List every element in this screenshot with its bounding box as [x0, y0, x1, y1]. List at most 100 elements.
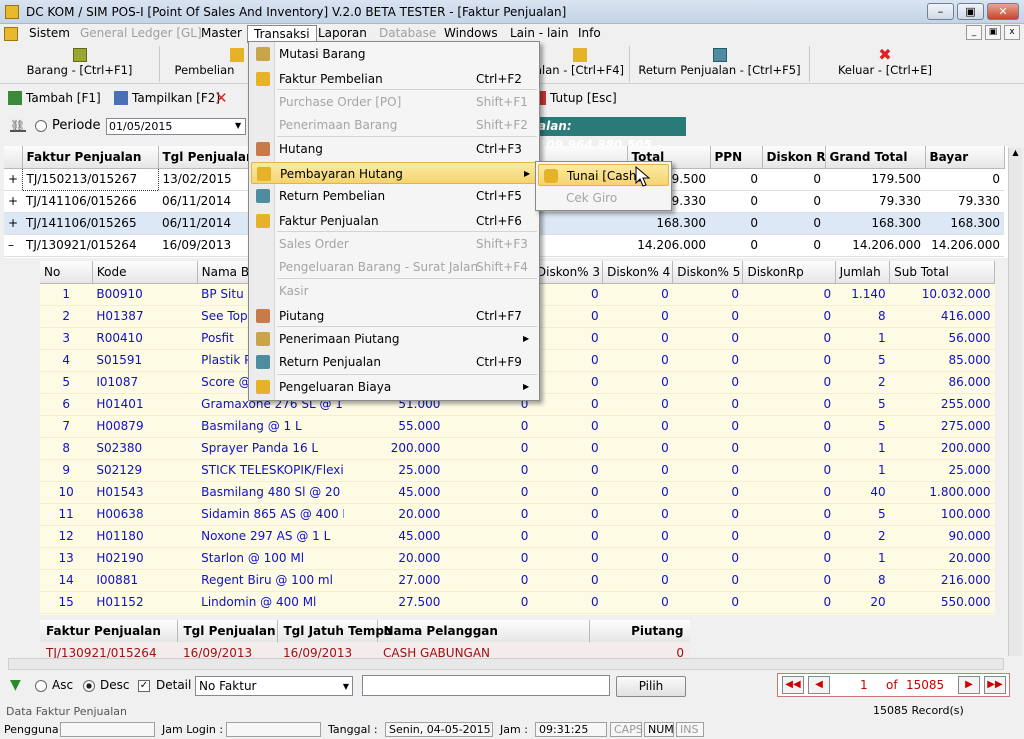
- cell-diskon4: 0: [602, 415, 673, 438]
- menu-item-return-penjualan[interactable]: Return Penjualan Ctrl+F9: [251, 351, 537, 373]
- menu-item-hutang[interactable]: Hutang Ctrl+F3: [251, 138, 537, 160]
- menu-item-pengeluaran-barang-surat-jalan[interactable]: Pengeluaran Barang - Surat Jalan Shift+F4: [251, 256, 537, 278]
- jam-label: Jam :: [500, 723, 528, 736]
- filter-funnel-icon[interactable]: ▼: [10, 677, 21, 693]
- mdi-close-button[interactable]: x: [1004, 25, 1020, 40]
- tambah-button[interactable]: Tambah [F1]: [8, 89, 101, 107]
- menu-item-pengeluaran-biaya[interactable]: Pengeluaran Biaya ▶: [251, 376, 537, 398]
- col-faktur[interactable]: Faktur Penjualan: [40, 620, 178, 642]
- col-bayar[interactable]: Bayar: [925, 146, 1005, 169]
- pembelian-button[interactable]: Pembelian: [160, 46, 250, 82]
- menu-item-faktur-pembelian[interactable]: Faktur Pembelian Ctrl+F2: [251, 68, 537, 90]
- table-row[interactable]: 14 I00881 Regent Biru @ 100 ml 27.000 0 0 0 0 0 8…: [40, 569, 995, 592]
- menu-general-ledger[interactable]: General Ledger [GL]: [74, 25, 208, 43]
- menu-info[interactable]: Info: [572, 25, 607, 43]
- menu-item-shortcut: Shift+F2: [476, 118, 528, 132]
- mdi-restore-button[interactable]: ▣: [985, 25, 1001, 40]
- table-row[interactable]: 11 H00638 Sidamin 865 AS @ 400 Ml 20.000 0 0 0…: [40, 503, 995, 526]
- menu-item-purchase-order-po[interactable]: Purchase Order [PO] Shift+F1: [251, 91, 537, 113]
- table-row[interactable]: 12 H01180 Noxone 297 AS @ 1 L 45.000 0 0 0 0 0 2 9…: [40, 525, 995, 548]
- col-tgl[interactable]: Tgl Penjualan: [177, 620, 278, 642]
- menu-item-shortcut: Shift+F3: [476, 237, 528, 251]
- periode-date-input[interactable]: 01/05/2015: [106, 118, 246, 135]
- col-diskon-rp[interactable]: Diskon Rp: [762, 146, 826, 169]
- col-sub-total[interactable]: Sub Total: [889, 261, 995, 284]
- last-page-icon[interactable]: ▶▶: [984, 676, 1006, 694]
- menu-sistem[interactable]: Sistem: [23, 25, 76, 43]
- pilih-button[interactable]: Pilih: [616, 676, 686, 697]
- cell-kode: R00410: [92, 327, 198, 350]
- table-row[interactable]: 13 H02190 Starlon @ 100 Ml 20.000 0 0 0 0 0 1 20.0…: [40, 547, 995, 570]
- prev-page-icon[interactable]: ◀: [808, 676, 830, 694]
- col-tgl-penjualan[interactable]: Tgl Penjualan: [158, 146, 254, 169]
- scroll-up-icon[interactable]: ▲: [1009, 148, 1022, 157]
- table-row[interactable]: 10 H01543 Basmilang 480 Sl @ 20 L 45.000 0 0 0…: [40, 481, 995, 504]
- maximize-button[interactable]: ▣: [957, 3, 984, 20]
- expand-plus-icon[interactable]: + ▸: [4, 168, 22, 191]
- col-jumlah[interactable]: Jumlah: [835, 261, 891, 284]
- menu-item-penerimaan-barang[interactable]: Penerimaan Barang Shift+F2: [251, 114, 537, 136]
- cell-nama: STICK TELESKOPIK/Flexible: [197, 459, 344, 482]
- col-diskon4[interactable]: Diskon% 4: [602, 261, 674, 284]
- table-row[interactable]: TJ/130921/015264 16/09/2013 16/09/2013 C…: [40, 642, 690, 658]
- minimize-button[interactable]: –: [927, 3, 954, 20]
- col-faktur-penjualan[interactable]: Faktur Penjualan: [22, 146, 159, 169]
- close-button[interactable]: ✕: [987, 3, 1019, 20]
- table-row[interactable]: 15 H01152 Lindomin @ 400 Ml 27.500 0 0 0 0 0 20 55…: [40, 591, 995, 614]
- col-diskon-rp[interactable]: DiskonRp: [742, 261, 836, 284]
- menu-item-pembayaran-hutang[interactable]: Pembayaran Hutang ▶: [251, 162, 537, 184]
- penjualan-button[interactable]: alan - [Ctrl+F4]: [530, 46, 630, 82]
- sort-select[interactable]: No Faktur ▼: [195, 676, 353, 696]
- horizontal-scrollbar[interactable]: [8, 658, 1004, 670]
- col-jatuh-tempo[interactable]: Tgl Jatuh Tempo: [277, 620, 392, 642]
- detail-checkbox[interactable]: ✓: [138, 680, 150, 692]
- mdi-minimize-button[interactable]: _: [966, 25, 982, 40]
- menu-item-shortcut: Ctrl+F9: [476, 355, 522, 369]
- menu-item-penerimaan-piutang[interactable]: Penerimaan Piutang ▶: [251, 328, 537, 350]
- cell-kode: H02190: [92, 547, 198, 570]
- col-diskon5[interactable]: Diskon% 5: [672, 261, 744, 284]
- return-penjualan-button[interactable]: Return Penjualan - [Ctrl+F5]: [630, 46, 810, 82]
- col-grand-total[interactable]: Grand Total: [825, 146, 926, 169]
- title-bar[interactable]: DC KOM / SIM POS-I [Point Of Sales And I…: [0, 0, 1024, 24]
- vertical-scrollbar[interactable]: ▲: [1008, 148, 1022, 656]
- menu-item-mutasi-barang[interactable]: Mutasi Barang: [251, 43, 537, 65]
- tutup-button[interactable]: Tutup [Esc]: [538, 89, 617, 107]
- col-ppn[interactable]: PPN: [710, 146, 763, 169]
- table-row[interactable]: 9S02129STICK TELESKOPIK/Flexible25.00000…: [40, 459, 995, 482]
- barang-button[interactable]: Barang - [Ctrl+F1]: [0, 46, 160, 82]
- cell-sub-total: 550.000: [889, 591, 995, 614]
- col-pelanggan[interactable]: Nama Pelanggan: [377, 620, 590, 642]
- cell-diskon3: 0: [532, 525, 603, 548]
- col-no[interactable]: No: [40, 261, 93, 284]
- desc-radio[interactable]: [83, 680, 95, 692]
- keluar-button[interactable]: ✖ Keluar - [Ctrl+E]: [810, 46, 960, 82]
- asc-radio[interactable]: [35, 680, 47, 692]
- menu-master[interactable]: Master: [195, 25, 248, 43]
- col-piutang[interactable]: Piutang: [589, 620, 690, 642]
- table-row[interactable]: 8 S02380 Sprayer Panda 16 L 200.000 0 0 0 0 0 1 20…: [40, 437, 995, 460]
- col-diskon3[interactable]: Diskon% 3: [532, 261, 604, 284]
- cell-no: 10: [40, 481, 93, 504]
- menu-item-return-pembelian[interactable]: Return Pembelian Ctrl+F5: [251, 185, 537, 207]
- col-kode[interactable]: Kode: [92, 261, 198, 284]
- chevron-down-icon[interactable]: ▼: [235, 121, 241, 130]
- delete-icon[interactable]: ✕: [215, 89, 228, 107]
- table-row[interactable]: 7 H00879 Basmilang @ 1 L 55.000 0 0 0 0 0 5 275.00…: [40, 415, 995, 438]
- menu-item-sales-order[interactable]: Sales Order Shift+F3: [251, 233, 537, 255]
- menu-item-kasir[interactable]: Kasir: [251, 280, 537, 302]
- cell-diskon5: 0: [672, 547, 743, 570]
- collapse-minus-icon[interactable]: –: [4, 234, 22, 257]
- cell-diskon-rp: 0: [742, 437, 836, 460]
- submenu-cek-giro[interactable]: Cek Giro: [538, 187, 669, 209]
- menu-item-faktur-penjualan[interactable]: Faktur Penjualan Ctrl+F6: [251, 210, 537, 232]
- expand-plus-icon[interactable]: +: [4, 190, 22, 213]
- page-number[interactable]: 1: [860, 678, 868, 692]
- periode-radio[interactable]: [35, 120, 47, 132]
- search-input[interactable]: [362, 675, 610, 696]
- tampilkan-button[interactable]: Tampilkan [F2]: [114, 89, 220, 107]
- next-page-icon[interactable]: ▶: [958, 676, 980, 694]
- first-page-icon[interactable]: ◀◀: [782, 676, 804, 694]
- expand-plus-icon[interactable]: +: [4, 212, 22, 235]
- menu-item-piutang[interactable]: Piutang Ctrl+F7: [251, 305, 537, 327]
